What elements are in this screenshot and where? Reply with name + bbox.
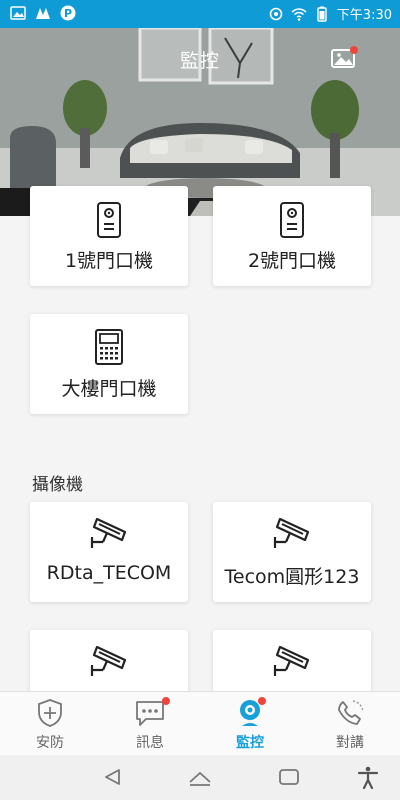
building-door-card[interactable]: 大樓門口機 [30, 314, 188, 414]
tab-label: 監控 [236, 735, 264, 751]
camera-card-1[interactable]: RDta_TECOM [30, 502, 188, 602]
tab-intercom[interactable]: 對講 [300, 692, 400, 756]
bottom-navigation: 安防 訊息 監控 對講 [0, 691, 400, 755]
wifi-icon [291, 7, 307, 21]
tab-messages[interactable]: 訊息 [100, 692, 200, 756]
notification-badge [258, 697, 266, 705]
gallery-icon [10, 6, 26, 20]
app-icon [36, 8, 50, 19]
tab-label: 對講 [336, 735, 364, 751]
phone-icon [338, 700, 364, 725]
status-bar: P 下午3:30 [0, 0, 400, 28]
change-background-button[interactable] [330, 46, 358, 70]
tab-monitor[interactable]: 監控 [200, 692, 300, 756]
camera-icon [273, 517, 310, 548]
door-card-1[interactable]: 1號門口機 [30, 186, 188, 286]
notification-badge [350, 46, 358, 54]
cameras-section-title: 攝像機 [32, 475, 83, 495]
door-card-2[interactable]: 2號門口機 [213, 186, 371, 286]
tab-label: 訊息 [136, 735, 164, 751]
tab-label: 安防 [36, 735, 64, 751]
camera-label: RDta_TECOM [46, 562, 172, 584]
message-icon [136, 701, 164, 726]
door-label: 大樓門口機 [61, 378, 157, 400]
shield-plus-icon [38, 699, 62, 727]
home-icon[interactable] [187, 765, 213, 789]
system-navigation-bar [0, 755, 400, 800]
camera-icon [90, 645, 127, 676]
camera-card-2[interactable]: Tecom圓形123 [213, 502, 371, 602]
camera-icon [273, 645, 310, 676]
door-intercom-icon [97, 202, 121, 238]
battery-icon [317, 6, 327, 22]
svg-text:P: P [64, 7, 72, 20]
parking-icon: P [60, 5, 76, 21]
accessibility-icon[interactable] [355, 765, 381, 789]
building-intercom-icon [95, 329, 123, 365]
monitor-screen: P 下午3:30 監控 1號門口機 2號門口機 大樓門口機 攝像機 RDta_T… [0, 0, 400, 800]
recent-apps-icon[interactable] [276, 765, 302, 789]
tab-security[interactable]: 安防 [0, 692, 100, 756]
camera-icon [90, 517, 127, 548]
back-icon[interactable] [100, 765, 126, 789]
camera-label: Tecom圓形123 [224, 566, 360, 588]
door-label: 2號門口機 [247, 250, 337, 272]
link-icon [269, 7, 283, 20]
notification-badge [162, 697, 170, 705]
door-intercom-icon [280, 202, 304, 238]
status-time: 下午3:30 [336, 8, 392, 23]
door-label: 1號門口機 [64, 250, 154, 272]
